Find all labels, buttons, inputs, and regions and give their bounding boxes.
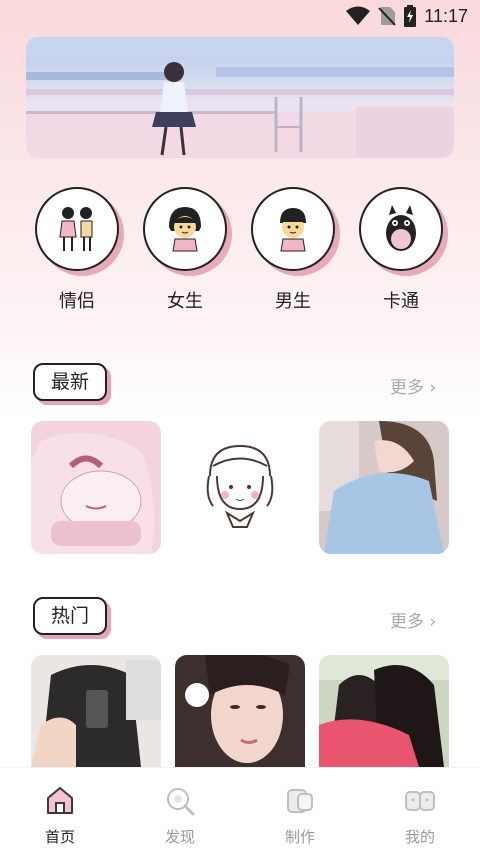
category-label: 卡通 xyxy=(383,291,419,312)
bottom-navigation: 首页 发现 制作 我的 xyxy=(0,767,480,854)
category-cartoon[interactable]: 卡通 xyxy=(351,187,451,313)
battery-charging-icon xyxy=(404,5,417,27)
more-link-hot[interactable]: 更多 › xyxy=(390,607,436,632)
home-icon xyxy=(42,782,78,818)
hot-thumb-3[interactable] xyxy=(319,655,449,767)
banner-image[interactable] xyxy=(26,37,454,158)
more-link-latest[interactable]: 更多 › xyxy=(390,373,436,398)
category-girl[interactable]: 女生 xyxy=(135,187,235,313)
nav-label: 发现 xyxy=(164,828,195,846)
banner-illustration xyxy=(26,37,454,158)
clock: 11:17 xyxy=(424,5,468,26)
category-label: 男生 xyxy=(275,291,311,312)
category-row: 情侣 女生 男生 卡通 xyxy=(0,187,480,312)
latest-thumb-2[interactable] xyxy=(175,421,305,554)
girl-icon xyxy=(143,187,227,271)
status-icons: 11:17 xyxy=(346,5,468,27)
nav-profile[interactable]: 我的 xyxy=(380,782,460,847)
section-title-latest: 最新 xyxy=(33,363,108,401)
category-boy[interactable]: 男生 xyxy=(243,187,343,313)
wifi-icon xyxy=(346,6,371,25)
nav-label: 我的 xyxy=(404,828,435,846)
totoro-icon xyxy=(359,187,443,271)
latest-thumb-1[interactable] xyxy=(31,421,161,554)
boy-icon xyxy=(251,187,335,271)
no-sim-icon xyxy=(378,7,397,26)
nav-create[interactable]: 制作 xyxy=(260,782,340,847)
category-couple[interactable]: 情侣 xyxy=(27,187,127,313)
discover-icon xyxy=(162,782,198,818)
nav-home[interactable]: 首页 xyxy=(20,782,100,847)
section-title-hot: 热门 xyxy=(33,597,108,635)
category-label: 女生 xyxy=(167,291,203,312)
hot-thumb-1[interactable] xyxy=(31,655,161,767)
nav-label: 首页 xyxy=(44,828,75,846)
hot-thumb-2[interactable] xyxy=(175,655,305,767)
profile-icon xyxy=(402,782,438,818)
nav-label: 制作 xyxy=(284,828,315,846)
category-label: 情侣 xyxy=(59,291,95,312)
couple-icon xyxy=(35,187,119,271)
status-bar: 11:17 xyxy=(0,0,480,34)
create-icon xyxy=(282,782,318,818)
latest-thumb-3[interactable] xyxy=(319,421,449,554)
nav-discover[interactable]: 发现 xyxy=(140,782,220,847)
